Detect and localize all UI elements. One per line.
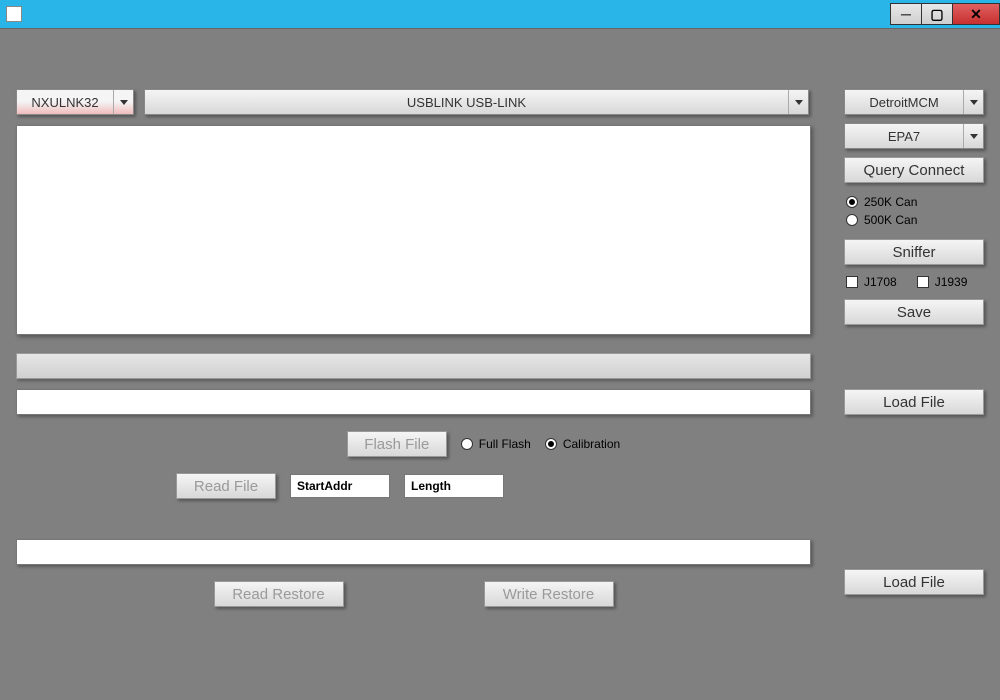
close-button[interactable]: ✕	[952, 3, 1000, 25]
app-icon	[6, 6, 22, 22]
j1939-label: J1939	[935, 275, 968, 289]
j1939-checkbox[interactable]: J1939	[917, 275, 968, 289]
chevron-down-icon	[963, 124, 983, 148]
load-file-2-label: Load File	[883, 574, 945, 591]
device-select[interactable]: USBLINK USB-LINK	[144, 89, 809, 115]
checkbox-icon	[846, 276, 858, 288]
save-button[interactable]: Save	[844, 299, 984, 325]
j1708-checkbox[interactable]: J1708	[846, 275, 897, 289]
radio-icon	[846, 196, 858, 208]
flash-file-button[interactable]: Flash File	[347, 431, 447, 457]
titlebar: ─ ▢ ✕	[0, 0, 1000, 28]
status-bar	[16, 353, 811, 379]
read-restore-button[interactable]: Read Restore	[214, 581, 344, 607]
query-connect-button[interactable]: Query Connect	[844, 157, 984, 183]
sniffer-button[interactable]: Sniffer	[844, 239, 984, 265]
restore-path-input[interactable]	[16, 539, 811, 565]
emission-select-value: EPA7	[845, 124, 963, 148]
can-500k-label: 500K Can	[864, 213, 917, 227]
calibration-label: Calibration	[563, 437, 620, 451]
read-file-label: Read File	[194, 478, 258, 495]
can-500k-radio[interactable]: 500K Can	[846, 213, 982, 227]
start-addr-input[interactable]	[290, 474, 390, 498]
write-restore-label: Write Restore	[503, 586, 594, 603]
checkbox-icon	[917, 276, 929, 288]
length-input[interactable]	[404, 474, 504, 498]
sniffer-label: Sniffer	[892, 244, 935, 261]
radio-icon	[545, 438, 557, 450]
client-area: NXULNK32 USBLINK USB-LINK Flash File Ful…	[0, 28, 1000, 700]
chevron-down-icon	[963, 90, 983, 114]
adapter-select[interactable]: NXULNK32	[16, 89, 134, 115]
flash-file-label: Flash File	[364, 436, 429, 453]
load-file-button-2[interactable]: Load File	[844, 569, 984, 595]
chevron-down-icon	[113, 90, 133, 114]
ecm-select-value: DetroitMCM	[845, 90, 963, 114]
can-250k-radio[interactable]: 250K Can	[846, 195, 982, 209]
full-flash-label: Full Flash	[479, 437, 531, 451]
adapter-select-value: NXULNK32	[17, 90, 113, 114]
load-file-button-1[interactable]: Load File	[844, 389, 984, 415]
device-select-value: USBLINK USB-LINK	[145, 90, 788, 114]
minimize-button[interactable]: ─	[890, 3, 922, 25]
j1708-label: J1708	[864, 275, 897, 289]
query-connect-label: Query Connect	[864, 162, 965, 179]
load-file-1-label: Load File	[883, 394, 945, 411]
emission-select[interactable]: EPA7	[844, 123, 984, 149]
radio-icon	[846, 214, 858, 226]
can-250k-label: 250K Can	[864, 195, 917, 209]
read-file-button[interactable]: Read File	[176, 473, 276, 499]
radio-icon	[461, 438, 473, 450]
maximize-button[interactable]: ▢	[921, 3, 953, 25]
ecm-select[interactable]: DetroitMCM	[844, 89, 984, 115]
write-restore-button[interactable]: Write Restore	[484, 581, 614, 607]
file-path-input[interactable]	[16, 389, 811, 415]
read-restore-label: Read Restore	[232, 586, 325, 603]
chevron-down-icon	[788, 90, 808, 114]
log-output[interactable]	[16, 125, 811, 335]
full-flash-radio[interactable]: Full Flash	[461, 437, 531, 451]
save-label: Save	[897, 304, 931, 321]
calibration-radio[interactable]: Calibration	[545, 437, 620, 451]
